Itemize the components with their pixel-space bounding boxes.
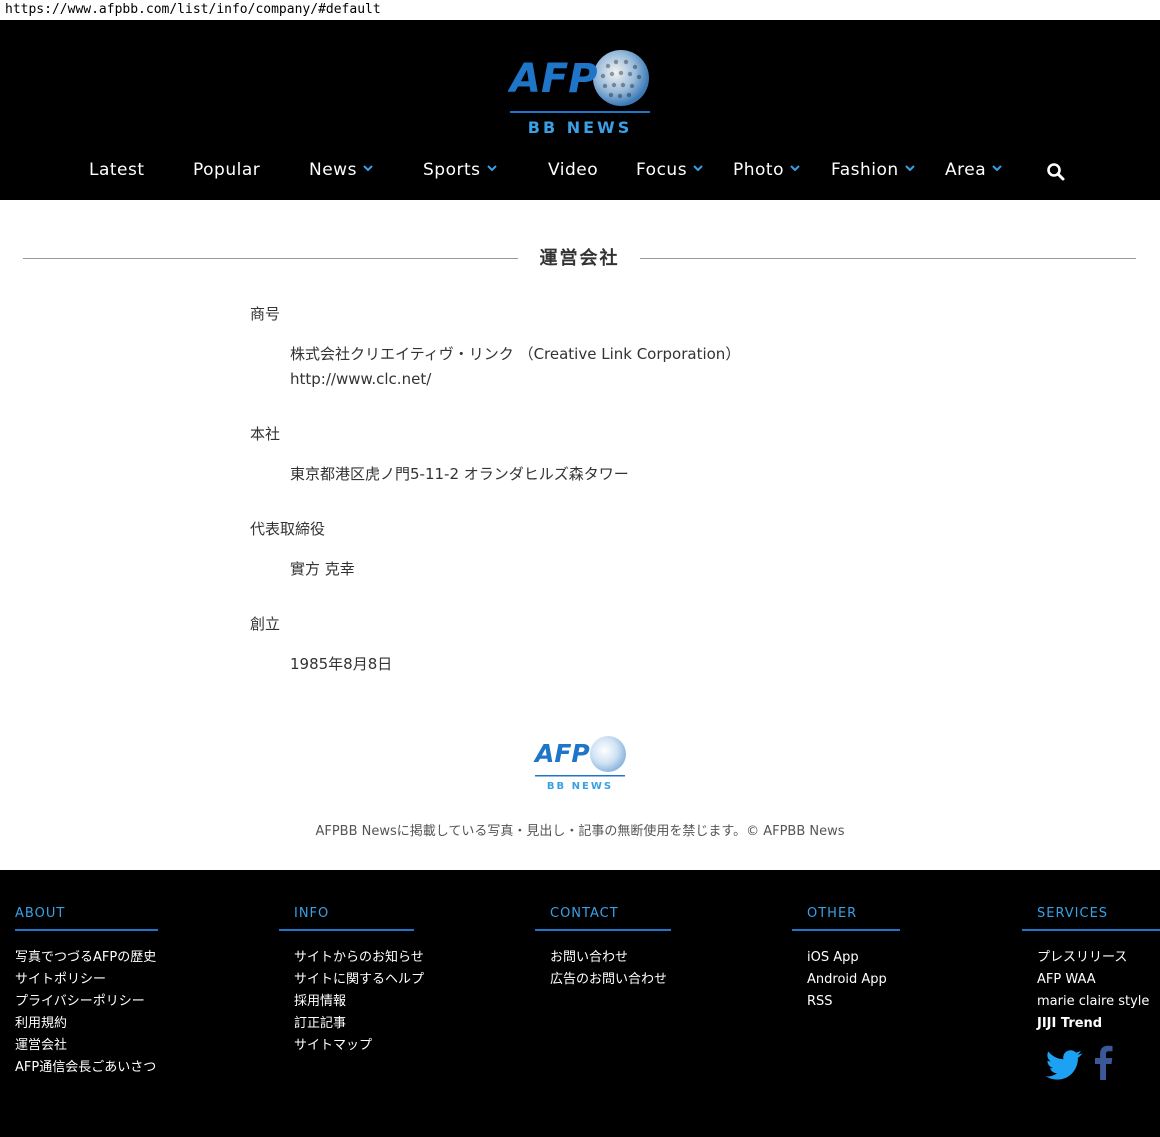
footer-col-contact: CONTACT お問い合わせ 広告のお問い合わせ (535, 906, 671, 991)
footer-link[interactable]: 利用規約 (15, 1013, 158, 1035)
footer-link[interactable]: marie claire style (1037, 991, 1160, 1013)
nav-item-label: Sports (423, 160, 481, 180)
footer-link[interactable]: 運営会社 (15, 1035, 158, 1057)
footer-link[interactable]: サイトに関するヘルプ (294, 969, 424, 991)
company-name-label: 商号 (250, 305, 281, 323)
headquarters-value: 東京都港区虎ノ門5-11-2 オランダヒルズ森タワー (290, 465, 629, 483)
footer-col-other: OTHER iOS App Android App RSS (792, 906, 900, 1013)
nav-item-label: Popular (193, 160, 261, 180)
nav-item-popular[interactable]: Popular (193, 152, 260, 188)
footer-link[interactable]: 採用情報 (294, 991, 414, 1013)
chevron-down-icon (992, 164, 1002, 171)
founded-value: 1985年8月8日 (290, 655, 393, 673)
chevron-down-icon (790, 164, 800, 171)
nav-item-area[interactable]: Area (945, 152, 1002, 188)
search-icon[interactable] (1046, 162, 1066, 182)
nav-item-label: Fashion (831, 160, 899, 180)
chevron-down-icon (904, 164, 915, 171)
footer-link[interactable]: サイトポリシー (15, 969, 158, 991)
footer-link[interactable]: プライバシーポリシー (15, 991, 158, 1013)
site-header: AFP BB NEWS Latest Popular News Sports V… (0, 20, 1160, 200)
footer-col-services: SERVICES プレスリリース AFP WAA marie claire st… (1022, 906, 1160, 1035)
page-title: 運営会社 (539, 248, 620, 269)
site-footer: ABOUT 写真でつづるAFPの歴史 サイトポリシー プライバシーポリシー 利用… (0, 870, 1160, 1137)
footer-link[interactable]: サイトからのお知らせ (294, 947, 424, 969)
company-url-link[interactable]: http://www.clc.net/ (290, 367, 431, 392)
footer-link[interactable]: プレスリリース (1037, 947, 1160, 969)
jiji-trend-logo[interactable]: JIJI Trend (1037, 1013, 1160, 1035)
footer-heading-other: OTHER (792, 906, 900, 931)
footer-link[interactable]: サイトマップ (294, 1035, 414, 1057)
footer-heading-contact: CONTACT (535, 906, 671, 931)
social-links (1045, 1045, 1113, 1080)
address-bar[interactable]: https://www.afpbb.com/list/info/company/… (0, 0, 1160, 20)
nav-item-focus[interactable]: Focus (636, 152, 703, 188)
footer-link[interactable]: 写真でつづるAFPの歴史 (15, 947, 158, 969)
chevron-down-icon (693, 164, 703, 171)
nav-item-news[interactable]: News (309, 152, 373, 188)
main-nav: Latest Popular News Sports Video Focus P… (0, 152, 1160, 188)
copyright-notice: AFPBB Newsに掲載している写真・見出し・記事の無断使用を禁じます。© A… (315, 824, 845, 839)
page-title-row: 運営会社 (23, 246, 1136, 272)
footer-col-about: ABOUT 写真でつづるAFPの歴史 サイトポリシー プライバシーポリシー 利用… (15, 906, 158, 1079)
representative-label: 代表取締役 (250, 520, 326, 538)
nav-item-label: Latest (89, 160, 145, 180)
footer-link[interactable]: 広告のお問い合わせ (550, 969, 671, 991)
nav-item-label: Focus (636, 160, 688, 180)
chevron-down-icon (363, 164, 373, 171)
afpbb-logo[interactable]: AFP BB NEWS (508, 48, 653, 138)
nav-item-label: News (309, 160, 357, 180)
footer-heading-about: ABOUT (15, 906, 158, 931)
main-content: 運営会社 商号 株式会社クリエイティヴ・リンク （Creative Link C… (0, 200, 1160, 870)
nav-item-label: Video (548, 160, 599, 180)
headquarters-label: 本社 (250, 425, 281, 443)
footer-link[interactable]: iOS App (807, 947, 900, 969)
footer-link[interactable]: お問い合わせ (550, 947, 671, 969)
nav-item-photo[interactable]: Photo (733, 152, 800, 188)
facebook-icon[interactable] (1095, 1045, 1113, 1080)
footer-heading-info: INFO (279, 906, 414, 931)
nav-item-fashion[interactable]: Fashion (831, 152, 915, 188)
footer-link[interactable]: AFP通信会長ごあいさつ (15, 1057, 158, 1079)
twitter-icon[interactable] (1045, 1050, 1083, 1080)
nav-item-label: Photo (733, 160, 784, 180)
footer-heading-services: SERVICES (1022, 906, 1160, 931)
footer-link[interactable]: AFP WAA (1037, 969, 1160, 991)
svg-text:BB NEWS: BB NEWS (528, 118, 632, 137)
svg-text:BB NEWS: BB NEWS (547, 781, 613, 792)
afpbb-footer-logo[interactable]: AFP BB NEWS (532, 734, 628, 794)
founded-label: 創立 (250, 615, 281, 633)
footer-col-info: INFO サイトからのお知らせ サイトに関するヘルプ 採用情報 訂正記事 サイト… (279, 906, 424, 1057)
footer-link[interactable]: 訂正記事 (294, 1013, 414, 1035)
svg-text:AFP: AFP (508, 56, 598, 102)
nav-item-latest[interactable]: Latest (89, 152, 145, 188)
nav-item-video[interactable]: Video (548, 152, 598, 188)
svg-text:AFP: AFP (533, 739, 590, 768)
representative-value: 實方 克幸 (290, 560, 355, 578)
nav-item-label: Area (945, 160, 987, 180)
company-name-value: 株式会社クリエイティヴ・リンク （Creative Link Corporati… (290, 345, 741, 363)
chevron-down-icon (486, 164, 497, 171)
footer-link[interactable]: RSS (807, 991, 900, 1013)
footer-link[interactable]: Android App (807, 969, 900, 991)
nav-item-sports[interactable]: Sports (423, 152, 497, 188)
